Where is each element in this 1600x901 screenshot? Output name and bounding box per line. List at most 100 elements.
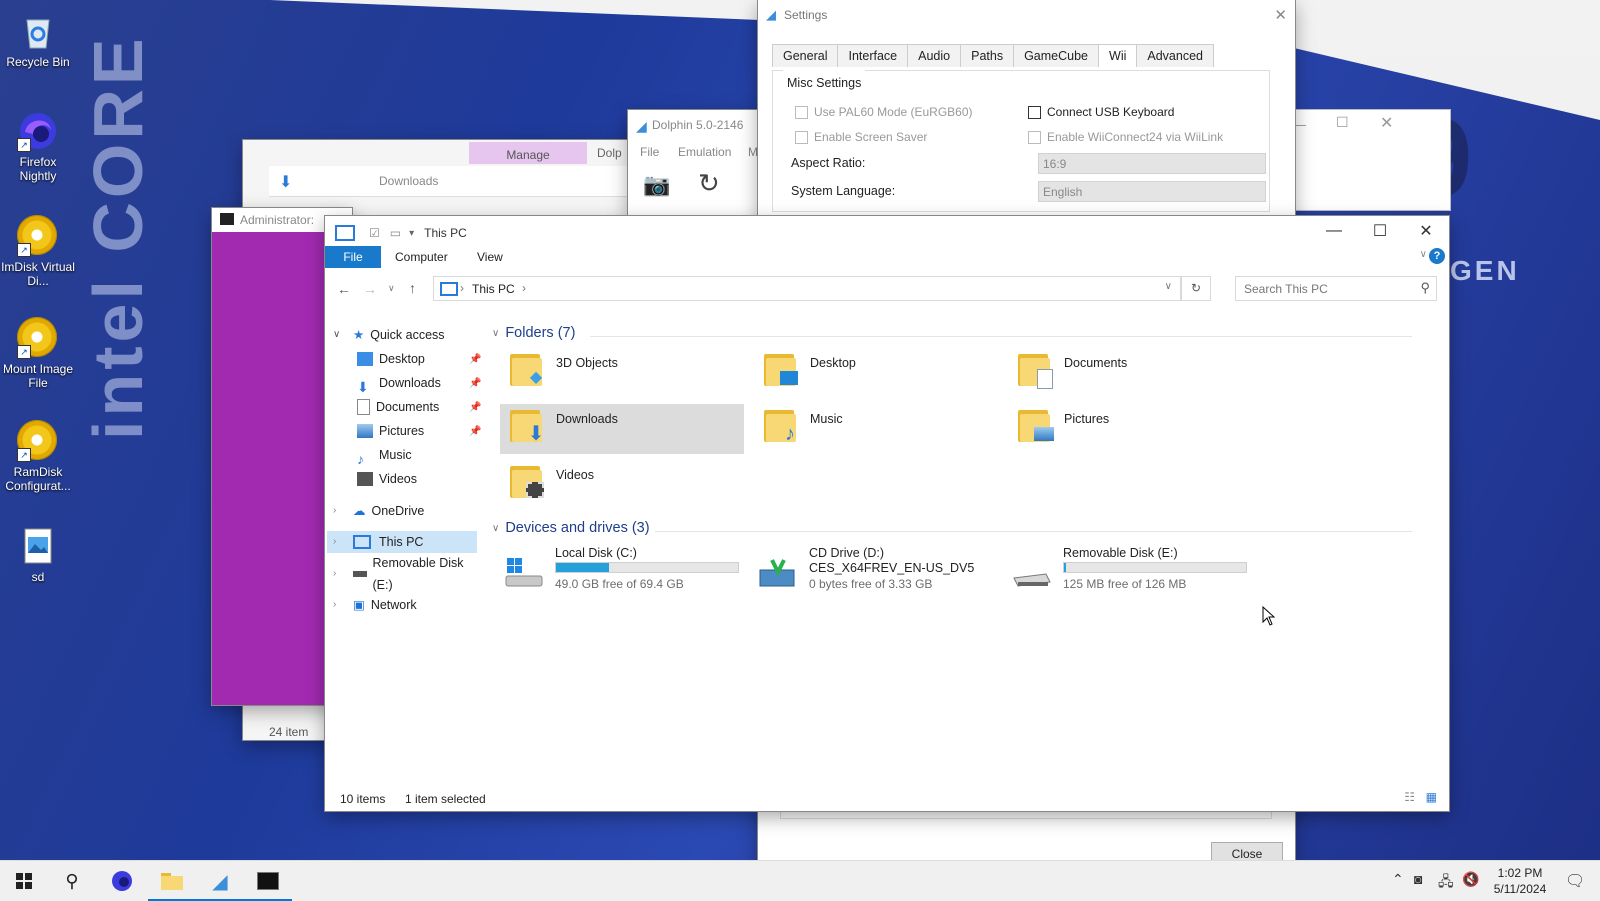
folder-3d-objects[interactable]: ◆ 3D Objects (500, 348, 744, 398)
explorer-titlebar[interactable]: ☑ ▭ ▾ This PC — ☐ ✕ (325, 216, 1449, 250)
drive-local-c[interactable]: Local Disk (C:) 49.0 GB free of 69.4 GB (500, 546, 750, 596)
drive-cd-d[interactable]: CD Drive (D:) CES_X64FREV_EN-US_DV5 0 by… (754, 546, 1004, 596)
dolphin-close-icon[interactable]: ✕ (1380, 113, 1393, 133)
pin-icon[interactable]: 📌 (469, 354, 481, 365)
back-icon[interactable]: ← (337, 281, 351, 297)
taskbar-firefox[interactable] (98, 861, 146, 901)
system-language-select[interactable]: English (1038, 181, 1266, 202)
qat-properties-icon[interactable]: ☑ (369, 226, 380, 240)
search-box[interactable]: Search This PC ⚲ (1235, 276, 1437, 301)
refresh-icon[interactable]: ↻ (698, 168, 720, 199)
wiiconnect-checkbox[interactable]: Enable WiiConnect24 via WiiLink (1028, 130, 1223, 144)
desktop-icon-mount-image[interactable]: ↗ Mount Image File (0, 317, 76, 390)
manage-tab[interactable]: Manage (469, 142, 587, 164)
drive-free-space: 0 bytes free of 3.33 GB (809, 577, 933, 591)
tree-music[interactable]: ♪ Music (357, 444, 412, 467)
dolphin-menu-more[interactable]: M (748, 145, 758, 159)
settings-close-icon[interactable]: ✕ (1274, 6, 1287, 24)
folders-section-header[interactable]: ∨ Folders (7) (492, 325, 575, 341)
tree-videos[interactable]: Videos (357, 468, 417, 490)
tree-this-pc[interactable]: › This PC (327, 531, 477, 553)
taskbar-terminal[interactable] (244, 861, 292, 901)
tab-audio[interactable]: Audio (907, 44, 962, 67)
pin-icon[interactable]: 📌 (469, 402, 481, 413)
tray-app-icon[interactable]: ◙ (1414, 871, 1422, 887)
breadcrumb-this-pc[interactable]: This PC (472, 282, 515, 296)
usb-keyboard-checkbox[interactable]: Connect USB Keyboard (1028, 105, 1174, 119)
pal60-checkbox[interactable]: Use PAL60 Mode (EuRGB60) (795, 105, 973, 119)
tab-wii[interactable]: Wii (1098, 44, 1138, 67)
start-button[interactable] (0, 861, 48, 901)
up-icon[interactable]: ↑ (409, 280, 416, 296)
tree-desktop[interactable]: Desktop (357, 348, 425, 370)
tab-advanced[interactable]: Advanced (1136, 44, 1214, 67)
minimize-button[interactable]: — (1311, 216, 1357, 246)
network-icon[interactable]: 🖧 (1438, 871, 1454, 895)
folder-downloads[interactable]: ⬇ Downloads (500, 404, 744, 454)
maximize-button[interactable]: ☐ (1357, 216, 1403, 246)
help-icon[interactable]: ? (1429, 248, 1445, 264)
dolphin-maximize-icon[interactable]: ☐ (1336, 114, 1349, 131)
ribbon-expand-icon[interactable]: ∨ (1420, 249, 1427, 260)
tree-quick-access[interactable]: ∨ ★ Quick access (333, 324, 445, 346)
refresh-button[interactable]: ↻ (1181, 276, 1211, 301)
folder-videos[interactable]: Videos (500, 460, 744, 510)
desktop-icon-ramdisk[interactable]: ↗ RamDisk Configurat... (0, 420, 76, 493)
tree-label: Network (370, 598, 417, 612)
tab-interface[interactable]: Interface (837, 44, 909, 67)
tree-network[interactable]: › ▣ Network (333, 594, 417, 616)
search-button[interactable]: ⚲ (48, 861, 96, 901)
dolphin-menu-file[interactable]: File (640, 145, 659, 159)
tab-gamecube[interactable]: GameCube (1013, 44, 1100, 67)
forward-icon[interactable]: → (363, 281, 377, 297)
downloads-titlebar[interactable]: ⬇ Downloads (269, 166, 649, 197)
recent-locations-icon[interactable]: ∨ (388, 283, 395, 294)
search-input[interactable]: Search This PC (1244, 282, 1328, 296)
taskbar-file-explorer[interactable] (148, 861, 196, 901)
show-hidden-icons-icon[interactable]: ⌃ (1392, 871, 1404, 888)
aspect-ratio-select[interactable]: 16:9 (1038, 153, 1266, 174)
folder-desktop[interactable]: Desktop (754, 348, 998, 398)
tree-downloads[interactable]: ⬇ Downloads (357, 372, 441, 395)
volume-muted-icon[interactable]: 🔇 (1462, 871, 1479, 888)
explorer-window[interactable]: ☑ ▭ ▾ This PC — ☐ ✕ File Computer View ∨… (325, 216, 1449, 811)
desktop-icon-recycle-bin[interactable]: Recycle Bin (0, 10, 76, 69)
settings-titlebar[interactable]: ◢ Settings ✕ (758, 0, 1295, 30)
notifications-icon[interactable]: 🗨 (1565, 871, 1585, 891)
qat-new-folder-icon[interactable]: ▭ (390, 226, 401, 240)
folder-documents[interactable]: Documents (1008, 348, 1252, 398)
address-bar[interactable]: › This PC › ∨ (433, 276, 1181, 301)
settings-tabs: General Interface Audio Paths GameCube W… (772, 44, 1214, 67)
ribbon-tab-file[interactable]: File (325, 246, 381, 268)
tree-pictures[interactable]: Pictures (357, 420, 424, 442)
ribbon-tab-computer[interactable]: Computer (395, 246, 448, 268)
address-dropdown-icon[interactable]: ∨ (1165, 281, 1172, 292)
pin-icon[interactable]: 📌 (469, 426, 481, 437)
breadcrumb-chevron-icon[interactable]: › (522, 281, 526, 295)
pin-icon[interactable]: 📌 (469, 378, 481, 389)
taskbar-dolphin[interactable]: ◢ (196, 861, 244, 901)
ribbon-tab-view[interactable]: View (477, 246, 503, 268)
close-button[interactable]: ✕ (1403, 216, 1449, 246)
clock[interactable]: 1:02 PM 5/11/2024 (1484, 865, 1556, 897)
screensaver-checkbox[interactable]: Enable Screen Saver (795, 130, 927, 144)
folder-music[interactable]: ♪ Music (754, 404, 998, 454)
tree-removable-disk[interactable]: › Removable Disk (E:) (333, 556, 485, 592)
desktop-icon-sd[interactable]: sd (0, 525, 76, 584)
tree-documents[interactable]: Documents (357, 396, 439, 418)
tree-onedrive[interactable]: › ☁ OneDrive (333, 500, 424, 522)
details-view-icon[interactable]: ☷ (1404, 790, 1415, 804)
dolphin-menu-emulation[interactable]: Emulation (678, 145, 731, 159)
folder-pictures[interactable]: Pictures (1008, 404, 1252, 454)
checkbox-box (1028, 105, 1041, 119)
drives-section-header[interactable]: ∨ Devices and drives (3) (492, 520, 650, 536)
desktop-icon-imdisk[interactable]: ↗ ImDisk Virtual Di... (0, 215, 76, 288)
drive-removable-e[interactable]: Removable Disk (E:) 125 MB free of 126 M… (1008, 546, 1258, 596)
large-icons-view-icon[interactable]: ▦ (1426, 790, 1437, 804)
search-icon[interactable]: ⚲ (1420, 280, 1430, 296)
qat-dropdown-icon[interactable]: ▾ (409, 228, 414, 239)
desktop-icon-firefox-nightly[interactable]: ↗ Firefox Nightly (0, 110, 76, 183)
tab-paths[interactable]: Paths (960, 44, 1015, 67)
camera-icon[interactable]: 📷 (643, 172, 670, 198)
tab-general[interactable]: General (772, 44, 839, 67)
